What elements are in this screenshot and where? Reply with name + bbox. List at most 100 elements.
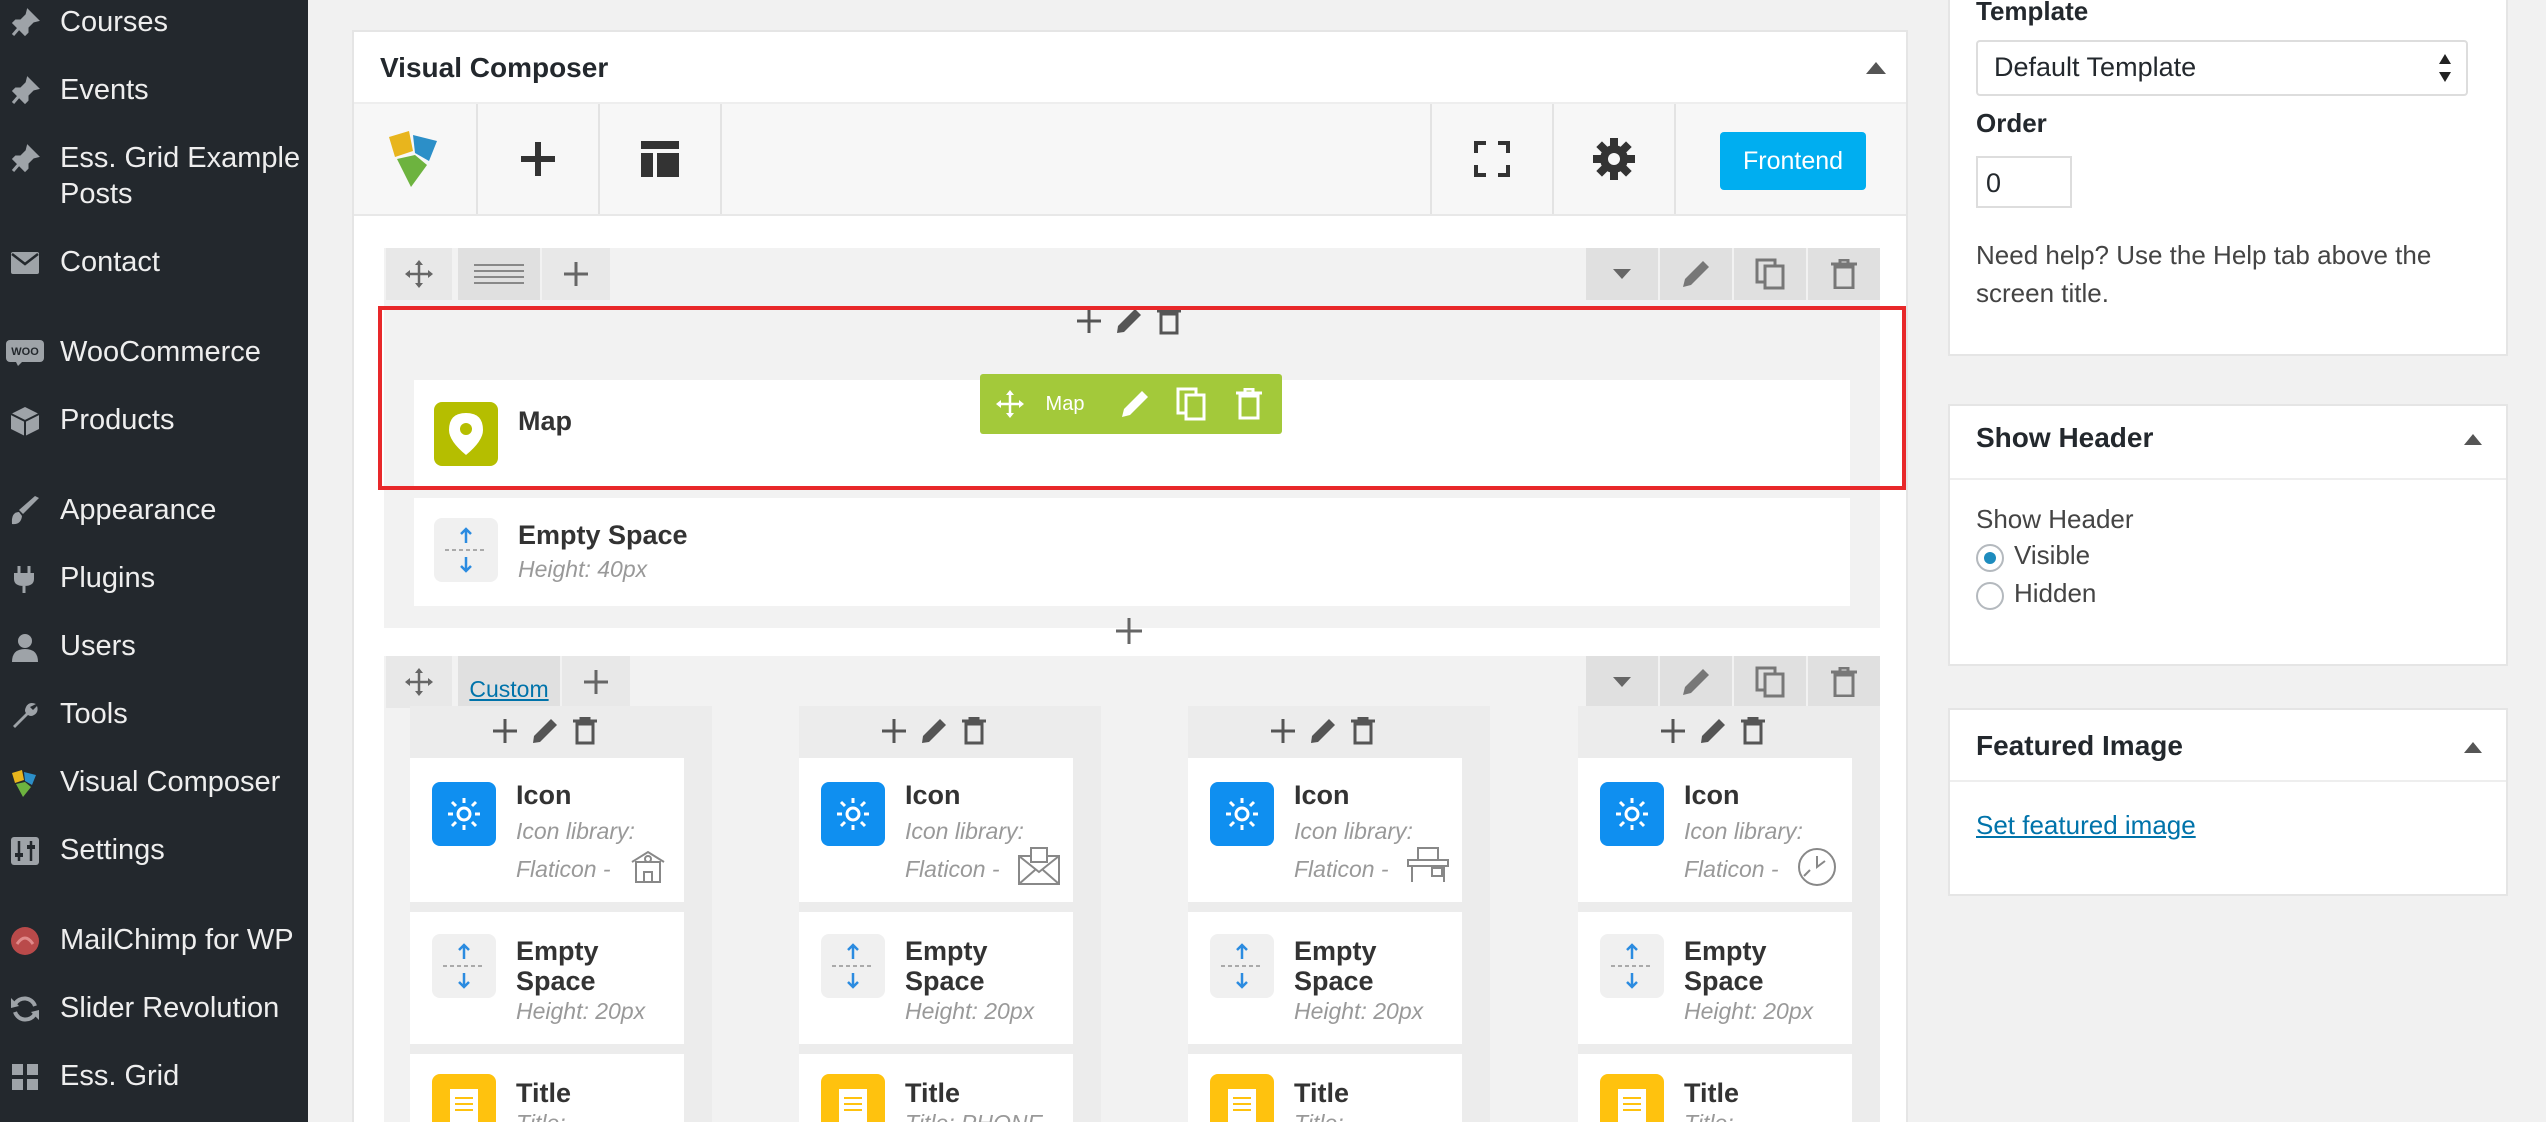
edit-column-button[interactable] [919,716,949,746]
element-description: Icon library: [516,818,635,844]
row-2-column: Icon Icon library: Flaticon - Empty Space Hei… [1578,706,1880,1122]
add-element-button[interactable] [478,104,598,214]
row-edit-button[interactable] [1660,656,1732,708]
row-layout-button[interactable] [458,248,540,300]
show-header-title: Show Header [1976,422,2154,453]
delete-column-button[interactable] [959,716,989,746]
edit-column-button[interactable] [1308,716,1338,746]
sidebar-item-label: Settings [60,834,165,866]
envelope-icon [1017,846,1061,886]
template-select[interactable]: Default Template [1976,40,2468,96]
add-element-button[interactable] [879,716,909,746]
column-controls [1268,716,1378,746]
column-controls [490,716,600,746]
icon-element[interactable]: Icon Icon library: Flaticon - [1188,758,1462,902]
wrench-icon [6,700,44,730]
add-column-button[interactable] [562,656,630,708]
element-title: Empty [1294,936,1377,966]
set-featured-image-link[interactable]: Set featured image [1976,806,2196,844]
settings-button[interactable] [1554,104,1674,214]
edit-column-button[interactable] [530,716,560,746]
frontend-button[interactable]: Frontend [1720,132,1866,190]
sidebar-item-label: Plugins [60,562,156,594]
icon-element[interactable]: Icon Icon library: Flaticon - [410,758,684,902]
row-drag-handle[interactable] [386,656,452,708]
move-icon [996,390,1024,418]
element-description: Height: 20px [1684,998,1814,1024]
add-element-button[interactable] [1268,716,1298,746]
copy-icon [1755,258,1785,290]
add-element-button[interactable] [1114,616,1144,646]
row-delete-button[interactable] [1808,656,1880,708]
row-edit-button[interactable] [1660,248,1732,300]
empty-space-element[interactable]: Empty Space Height: 20px [410,912,684,1044]
empty-space-element[interactable]: Empty Space Height: 20px [1188,912,1462,1044]
icon-element[interactable]: Icon Icon library: Flaticon - [799,758,1073,902]
pin-icon [6,144,44,174]
vc-logo-button[interactable] [354,104,476,214]
fullscreen-button[interactable] [1432,104,1552,214]
divider [1950,780,2506,782]
add-column-button[interactable] [542,248,610,300]
plus-icon [519,140,557,178]
empty-space-element[interactable]: Empty Space Height: 20px [799,912,1073,1044]
radio-hidden[interactable] [1976,582,2004,610]
title-element[interactable]: TitleTitle: PHONE [799,1054,1073,1122]
radio-visible[interactable] [1976,544,2004,572]
add-element-button[interactable] [490,716,520,746]
map-element-controls: Map [980,374,1282,434]
chevron-down-icon [1613,677,1631,687]
order-input[interactable]: 0 [1976,156,2072,208]
plus-icon [880,717,908,745]
pencil-icon [1120,389,1150,419]
add-element-button[interactable] [1658,716,1688,746]
copy-icon [1755,666,1785,698]
row-toggle-button[interactable] [1586,248,1658,300]
empty-space-element[interactable]: Empty Space Height: 40px [414,498,1850,606]
plus-icon [1269,717,1297,745]
custom-layout-link[interactable]: Custom [469,676,548,703]
pencil-icon [531,717,559,745]
delete-column-button[interactable] [1154,306,1184,336]
gear-icon [1593,138,1635,180]
row-layout-custom-button[interactable]: Custom [458,656,560,708]
row-toggle-button[interactable] [1586,656,1658,708]
title-element[interactable]: TitleTitle: [410,1054,684,1122]
toolbar-divider [1674,104,1676,214]
plus-icon [1114,616,1144,646]
delete-column-button[interactable] [1738,716,1768,746]
row-delete-button[interactable] [1808,248,1880,300]
delete-column-button[interactable] [570,716,600,746]
empty-space-icon [432,934,496,998]
element-title: Icon [516,780,572,810]
template-select-value: Default Template [1994,52,2197,82]
row-clone-button[interactable] [1734,656,1806,708]
collapse-arrow-icon[interactable] [2464,742,2482,753]
show-header-box: Show Header Show Header Visible Hidden [1948,404,2508,666]
sidebar-item-label: Tools [60,698,128,730]
delete-element-button[interactable] [1224,374,1274,434]
add-element-button[interactable] [1074,306,1104,336]
sidebar-item-label: Ess. Grid Example Posts [60,142,301,210]
clone-element-button[interactable] [1166,374,1216,434]
desk-icon [1406,846,1450,886]
title-element[interactable]: TitleTitle: [1188,1054,1462,1122]
drag-element-button[interactable] [988,374,1032,434]
icon-element[interactable]: Icon Icon library: Flaticon - [1578,758,1852,902]
title-element[interactable]: TitleTitle: [1578,1054,1852,1122]
row-drag-handle[interactable] [386,248,452,300]
featured-image-title: Featured Image [1976,730,2183,761]
edit-column-button[interactable] [1698,716,1728,746]
delete-column-button[interactable] [1348,716,1378,746]
template-label: Template [1976,0,2089,26]
document-icon [1600,1074,1664,1122]
edit-element-button[interactable] [1110,374,1160,434]
element-title: Empty [905,936,988,966]
row-2-column: Icon Icon library: Flaticon - Empty Space Hei… [799,706,1101,1122]
edit-column-button[interactable] [1114,306,1144,336]
row-clone-button[interactable] [1734,248,1806,300]
empty-space-element[interactable]: Empty Space Height: 20px [1578,912,1852,1044]
collapse-arrow-icon[interactable] [2464,434,2482,445]
collapse-arrow-icon[interactable] [1866,62,1886,74]
templates-button[interactable] [600,104,720,214]
